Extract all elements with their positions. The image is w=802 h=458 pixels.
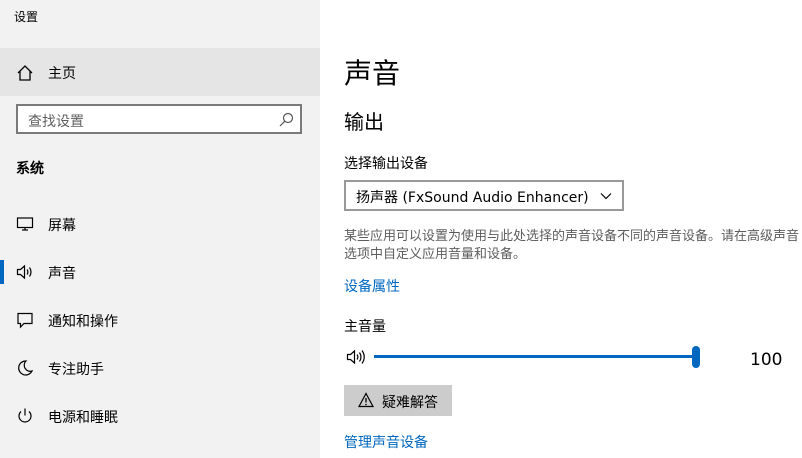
power-icon — [18, 408, 32, 423]
active-indicator — [0, 260, 4, 284]
output-section-title: 输出 — [344, 110, 384, 134]
device-properties-link[interactable]: 设备属性 — [344, 276, 400, 296]
sidebar-item-label: 电源和睡眠 — [48, 410, 118, 426]
home-icon — [17, 65, 33, 81]
sidebar-item-sound[interactable]: 声音 — [0, 254, 320, 290]
output-device-label: 选择输出设备 — [344, 156, 428, 172]
volume-slider-thumb[interactable] — [692, 346, 700, 368]
notification-icon — [17, 312, 33, 329]
troubleshoot-label: 疑难解答 — [382, 395, 438, 411]
search-placeholder: 查找设置 — [28, 114, 84, 130]
output-description: 某些应用可以设置为使用与此处选择的声音设备不同的声音设备。请在高级声音选项中自定… — [344, 229, 800, 262]
speaker-icon — [16, 264, 32, 280]
troubleshoot-button[interactable]: 疑难解答 — [344, 385, 452, 416]
warning-icon — [358, 392, 374, 408]
search-input[interactable]: 查找设置 — [16, 104, 302, 134]
monitor-icon — [16, 217, 34, 231]
chevron-down-icon — [600, 193, 612, 200]
home-nav-item[interactable]: 主页 — [0, 48, 320, 96]
sidebar-item-power[interactable]: 电源和睡眠 — [0, 398, 320, 434]
main-content: 声音 输出 选择输出设备 扬声器 (FxSound Audio Enhancer… — [320, 0, 802, 458]
sidebar-item-label: 通知和操作 — [48, 314, 118, 330]
sidebar-item-label: 屏幕 — [48, 218, 76, 234]
sidebar: 设置 主页 查找设置 系统 屏幕 声音 通知和操作 专注助手 电源和睡眠 — [0, 0, 320, 458]
window-title: 设置 — [14, 10, 39, 24]
sidebar-item-label: 专注助手 — [48, 362, 104, 378]
sidebar-item-display[interactable]: 屏幕 — [0, 206, 320, 242]
moon-icon — [18, 360, 34, 376]
sidebar-item-label: 声音 — [48, 266, 76, 282]
sidebar-item-notifications[interactable]: 通知和操作 — [0, 302, 320, 338]
search-icon[interactable] — [279, 112, 294, 127]
page-title: 声音 — [344, 57, 401, 90]
manage-sound-devices-link[interactable]: 管理声音设备 — [344, 432, 428, 452]
output-device-select[interactable]: 扬声器 (FxSound Audio Enhancer) — [344, 180, 624, 211]
volume-value: 100 — [750, 350, 783, 370]
home-label: 主页 — [48, 66, 76, 82]
volume-slider-track[interactable] — [374, 355, 696, 358]
volume-icon[interactable] — [346, 348, 368, 366]
section-title: 系统 — [16, 161, 44, 177]
sidebar-item-focus-assist[interactable]: 专注助手 — [0, 350, 320, 386]
selected-device: 扬声器 (FxSound Audio Enhancer) — [356, 190, 589, 206]
master-volume-label: 主音量 — [344, 319, 386, 335]
